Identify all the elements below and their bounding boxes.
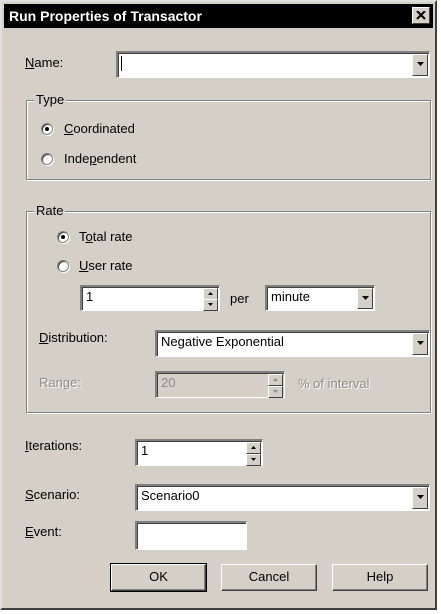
arrow-down-icon bbox=[251, 458, 256, 461]
iterations-spin-up-button[interactable] bbox=[246, 442, 261, 454]
chevron-down-icon bbox=[417, 62, 424, 66]
rate-unit-select[interactable]: minute bbox=[265, 285, 375, 311]
rate-spinner[interactable] bbox=[203, 288, 218, 311]
arrow-down-icon bbox=[208, 303, 213, 306]
independent-radio[interactable] bbox=[41, 153, 53, 165]
range-label: Range: bbox=[39, 375, 81, 390]
range-spin-down-button[interactable] bbox=[268, 386, 283, 398]
total-rate-radio[interactable] bbox=[57, 231, 69, 243]
arrow-up-icon bbox=[251, 446, 256, 449]
arrow-up-icon bbox=[208, 292, 213, 295]
type-group bbox=[26, 100, 431, 180]
coordinated-label[interactable]: Coordinated bbox=[64, 121, 135, 136]
range-spinner[interactable] bbox=[268, 374, 283, 398]
distribution-value: Negative Exponential bbox=[161, 334, 284, 349]
rate-value-spinbox[interactable]: 1 bbox=[80, 285, 220, 311]
scenario-select[interactable]: Scenario0 bbox=[135, 484, 430, 511]
event-input[interactable] bbox=[135, 521, 247, 550]
iterations-spin-down-button[interactable] bbox=[246, 454, 261, 466]
range-suffix-label: % of interval bbox=[298, 376, 370, 391]
cancel-button[interactable]: Cancel bbox=[221, 564, 317, 591]
distribution-dropdown-button[interactable] bbox=[412, 333, 428, 355]
arrow-up-icon bbox=[273, 378, 278, 381]
run-properties-dialog: Run Properties of Transactor Name: Type … bbox=[0, 0, 437, 610]
total-rate-label[interactable]: Total rate bbox=[79, 229, 132, 244]
name-combobox[interactable] bbox=[116, 51, 430, 78]
iterations-spinbox[interactable]: 1 bbox=[135, 439, 263, 466]
independent-label[interactable]: Independent bbox=[64, 151, 136, 166]
iterations-label: Iterations: bbox=[25, 438, 83, 453]
rate-unit-value: minute bbox=[271, 289, 311, 304]
iterations-spinner[interactable] bbox=[246, 442, 261, 466]
title-bar[interactable]: Run Properties of Transactor bbox=[4, 4, 433, 28]
chevron-down-icon bbox=[417, 495, 424, 499]
iterations-value: 1 bbox=[141, 443, 149, 458]
name-label: Name: bbox=[25, 55, 64, 70]
scenario-label: Scenario: bbox=[25, 487, 80, 502]
text-caret bbox=[121, 56, 122, 71]
ok-button[interactable]: OK bbox=[110, 563, 207, 592]
type-group-legend: Type bbox=[34, 92, 67, 107]
user-rate-label[interactable]: User rate bbox=[79, 258, 132, 273]
user-rate-radio[interactable] bbox=[57, 260, 69, 272]
rate-group-legend: Rate bbox=[34, 203, 66, 218]
spin-down-button[interactable] bbox=[203, 299, 218, 311]
close-icon bbox=[416, 11, 426, 20]
event-label: Event: bbox=[25, 524, 62, 539]
coordinated-radio[interactable] bbox=[41, 123, 53, 135]
rate-value: 1 bbox=[86, 289, 94, 304]
name-dropdown-button[interactable] bbox=[412, 54, 428, 76]
scenario-dropdown-button[interactable] bbox=[412, 487, 428, 509]
per-label: per bbox=[230, 291, 249, 306]
scenario-value: Scenario0 bbox=[141, 488, 200, 503]
arrow-down-icon bbox=[273, 390, 278, 393]
distribution-label: Distribution: bbox=[39, 330, 108, 345]
range-spinbox[interactable]: 20 bbox=[155, 371, 285, 398]
chevron-down-icon bbox=[362, 296, 369, 300]
chevron-down-icon bbox=[417, 341, 424, 345]
dialog-title: Run Properties of Transactor bbox=[9, 8, 202, 24]
distribution-select[interactable]: Negative Exponential bbox=[155, 330, 430, 357]
help-button[interactable]: Help bbox=[332, 564, 428, 591]
rate-unit-dropdown-button[interactable] bbox=[357, 288, 373, 309]
range-value: 20 bbox=[161, 375, 176, 390]
close-button[interactable] bbox=[412, 7, 430, 24]
range-spin-up-button[interactable] bbox=[268, 374, 283, 386]
